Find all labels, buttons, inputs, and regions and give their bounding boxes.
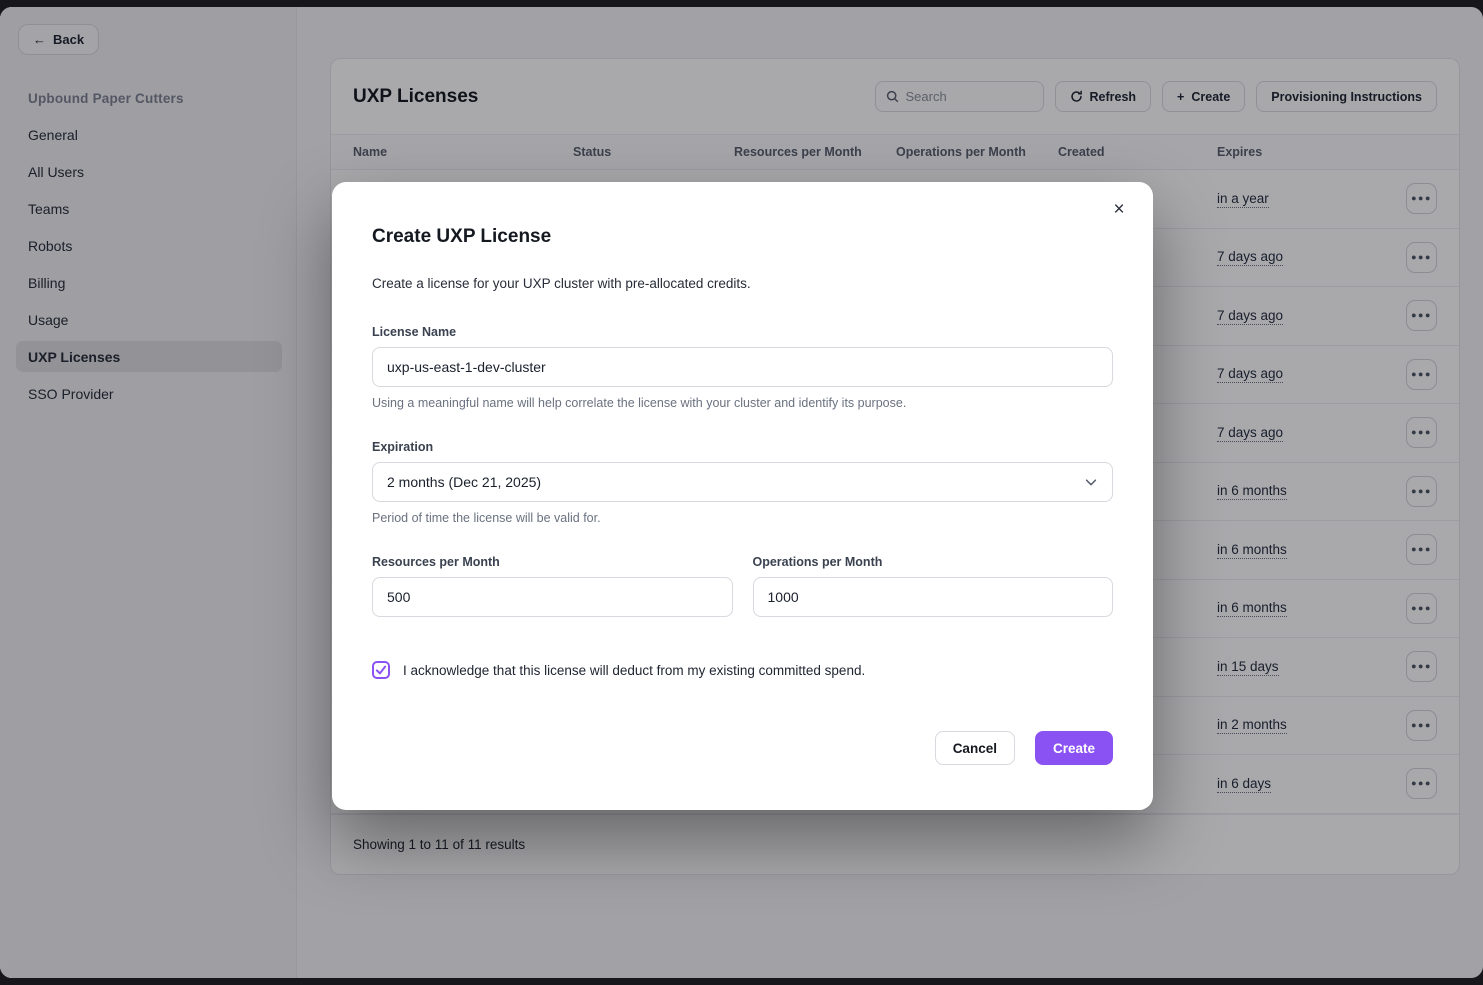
resources-field-group: Resources per Month (372, 555, 733, 617)
modal-description: Create a license for your UXP cluster wi… (372, 276, 1113, 291)
expiration-field-group: Expiration 2 months (Dec 21, 2025) Perio… (372, 440, 1113, 525)
expiration-help: Period of time the license will be valid… (372, 511, 1113, 525)
license-name-input[interactable] (372, 347, 1113, 387)
check-icon (375, 664, 387, 676)
credits-row: Resources per Month Operations per Month (372, 555, 1113, 617)
operations-input[interactable] (753, 577, 1114, 617)
resources-input[interactable] (372, 577, 733, 617)
create-uxp-license-modal: × Create UXP License Create a license fo… (332, 182, 1153, 810)
license-name-help: Using a meaningful name will help correl… (372, 396, 1113, 410)
modal-create-button[interactable]: Create (1035, 731, 1113, 765)
license-name-field-group: License Name Using a meaningful name wil… (372, 325, 1113, 410)
acknowledgement-row: I acknowledge that this license will ded… (372, 661, 1113, 679)
modal-title: Create UXP License (372, 226, 1113, 248)
acknowledgement-checkbox[interactable] (372, 661, 390, 679)
expiration-select[interactable]: 2 months (Dec 21, 2025) (372, 462, 1113, 502)
operations-label: Operations per Month (753, 555, 1114, 569)
resources-label: Resources per Month (372, 555, 733, 569)
expiration-value: 2 months (Dec 21, 2025) (387, 474, 1084, 490)
cancel-button[interactable]: Cancel (935, 731, 1015, 765)
acknowledgement-label: I acknowledge that this license will ded… (403, 663, 865, 678)
license-name-label: License Name (372, 325, 1113, 339)
operations-field-group: Operations per Month (753, 555, 1114, 617)
chevron-down-icon (1084, 475, 1098, 489)
close-button[interactable]: × (1105, 196, 1133, 224)
close-icon: × (1113, 199, 1124, 220)
modal-buttons: Cancel Create (372, 731, 1113, 765)
expiration-label: Expiration (372, 440, 1113, 454)
